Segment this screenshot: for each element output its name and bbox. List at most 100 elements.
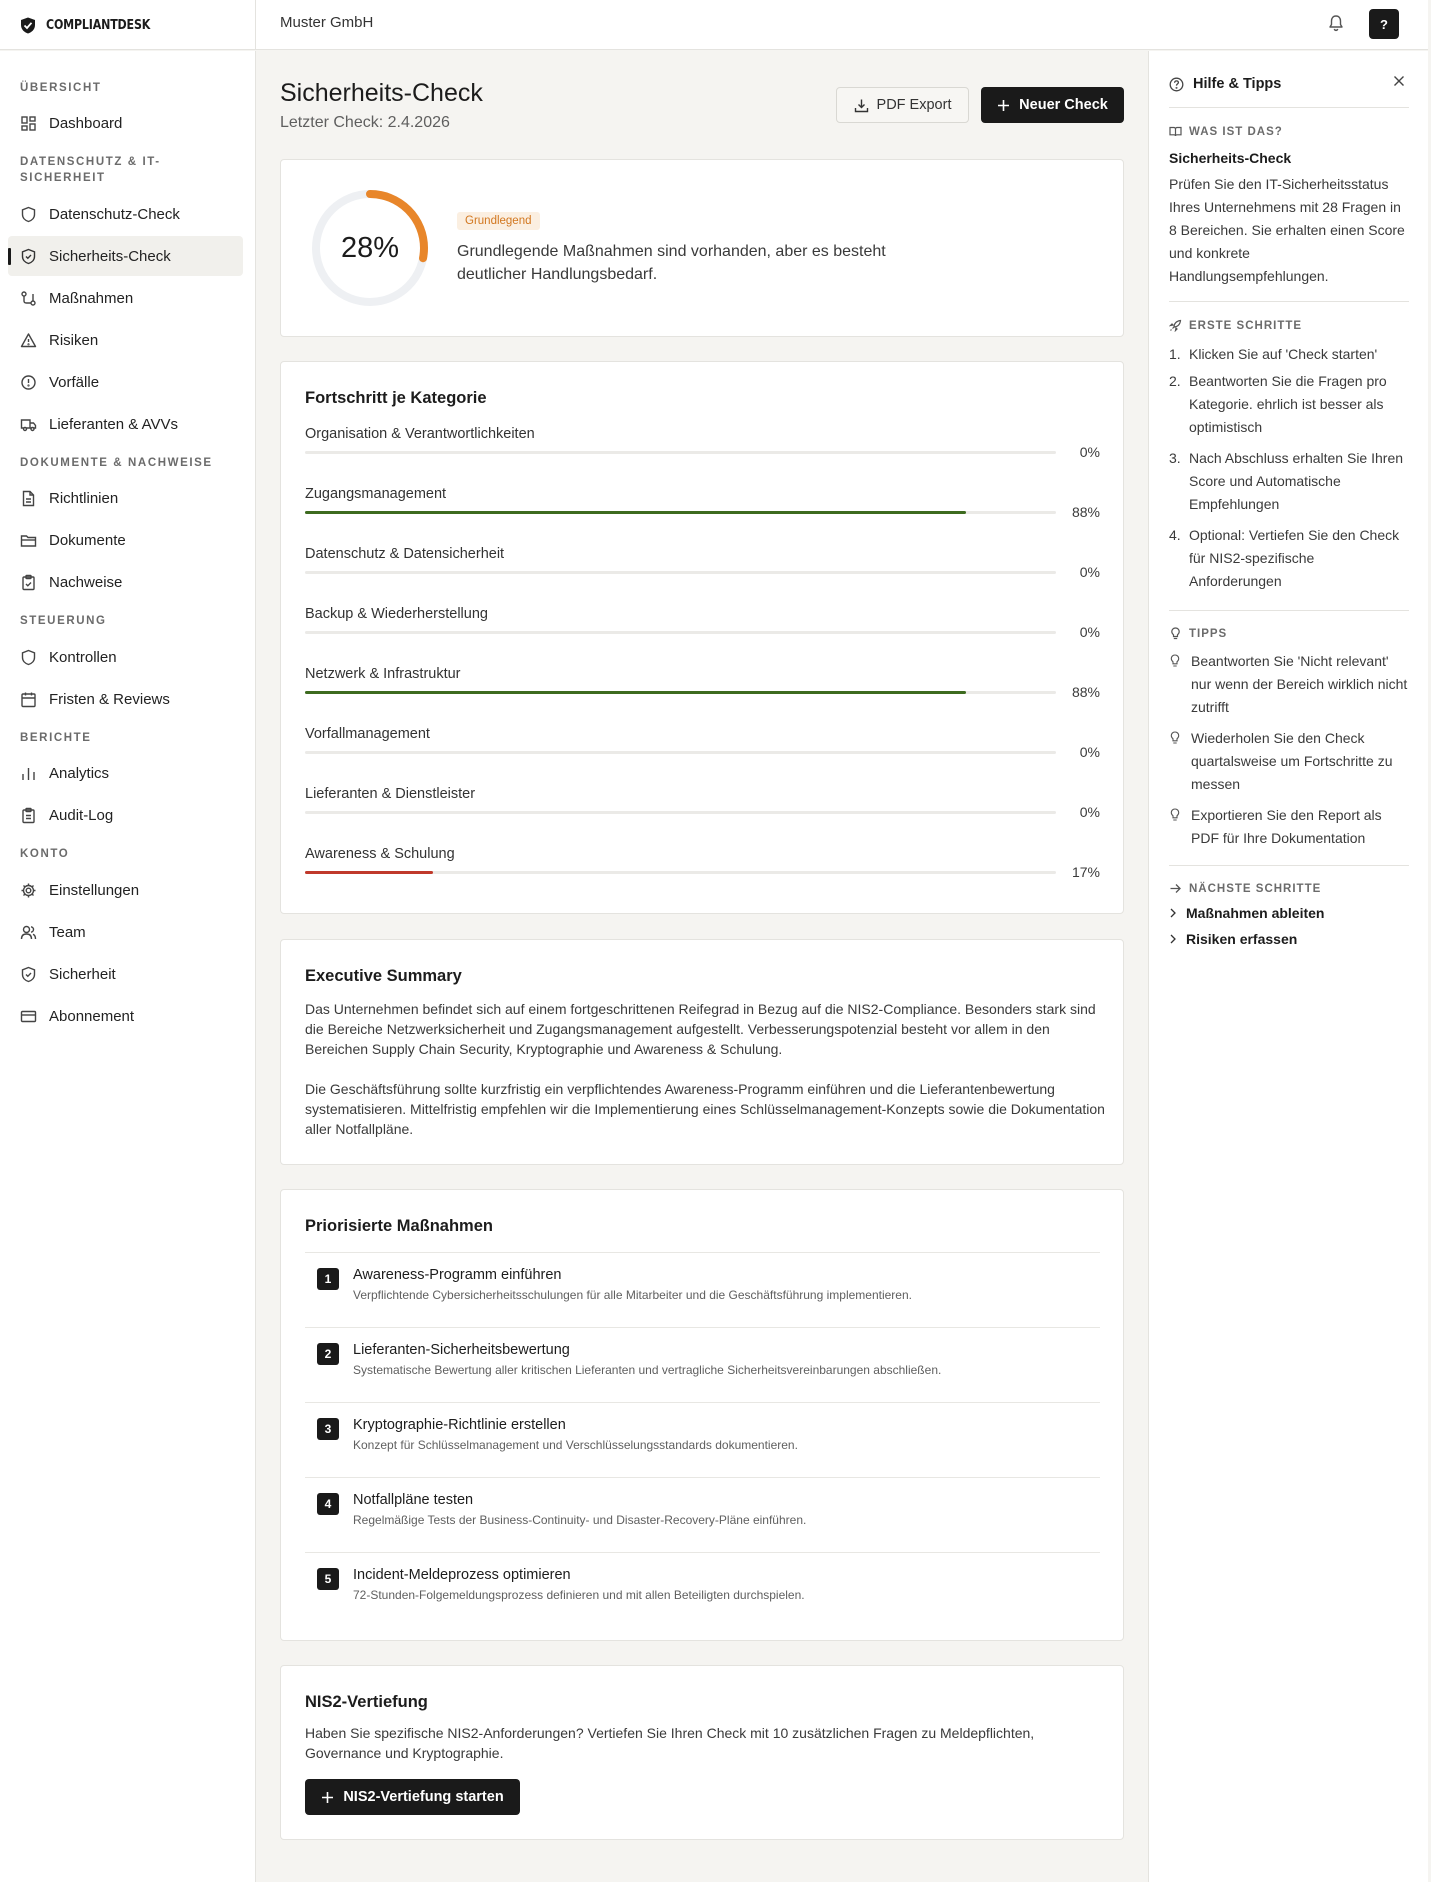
- first-steps-heading: ERSTE SCHRITTE: [1169, 319, 1302, 332]
- shield-check-icon: [21, 966, 36, 982]
- close-icon[interactable]: [1392, 74, 1406, 88]
- new-check-button[interactable]: Neuer Check: [981, 87, 1124, 123]
- divider: [1169, 865, 1409, 866]
- category-percent: 17%: [1071, 864, 1100, 880]
- next-step-label: Risiken erfassen: [1186, 931, 1298, 947]
- what-is-this-name: Sicherheits-Check: [1169, 150, 1292, 166]
- shield-icon: [21, 649, 36, 665]
- sidebar-item-massnahmen[interactable]: Maßnahmen: [8, 278, 243, 318]
- tip-text: Beantworten Sie 'Nicht relevant' nur wen…: [1191, 653, 1408, 715]
- sidebar-item-abonnement[interactable]: Abonnement: [8, 996, 243, 1036]
- sidebar-item-sicherheit[interactable]: Sicherheit: [8, 954, 243, 994]
- plus-icon: [322, 1791, 334, 1803]
- category-progress-row: Lieferanten & Dienstleister 0%: [305, 786, 1100, 831]
- sidebar-item-audit-log[interactable]: Audit-Log: [8, 795, 243, 835]
- page-title: Sicherheits-Check: [280, 79, 483, 107]
- category-progress-bar: [305, 811, 1056, 814]
- sidebar-item-nachweise[interactable]: Nachweise: [8, 562, 243, 602]
- lightbulb-icon: [1170, 808, 1180, 821]
- priority-item[interactable]: 5 Incident-Meldeprozess optimieren 72-Stun…: [305, 1552, 1100, 1627]
- priority-description: Systematische Bewertung aller kritischen…: [353, 1363, 942, 1377]
- divider: [1169, 610, 1409, 611]
- sidebar-item-label: Vorfälle: [49, 373, 100, 391]
- score-card: 28% Grundlegend Grundlegende Maßnahmen s…: [280, 159, 1124, 337]
- sidebar-item-label: Fristen & Reviews: [49, 690, 170, 708]
- priority-description: Konzept für Schlüsselmanagement und Vers…: [353, 1438, 798, 1452]
- step-text: Optional: Vertiefen Sie den Check für NI…: [1189, 527, 1400, 589]
- executive-summary-paragraph: Die Geschäftsführung sollte kurzfristig …: [305, 1081, 1105, 1137]
- sidebar-item-label: Sicherheit: [49, 965, 116, 983]
- pdf-export-label: PDF Export: [876, 97, 952, 113]
- step-number: 1.: [1169, 346, 1181, 362]
- book-open-icon: [1169, 126, 1182, 137]
- sidebar-item-fristen[interactable]: Fristen & Reviews: [8, 679, 243, 719]
- sidebar-item-label: Audit-Log: [49, 806, 114, 824]
- sidebar-item-label: Abonnement: [49, 1007, 135, 1025]
- sidebar-item-datenschutz-check[interactable]: Datenschutz-Check: [8, 194, 243, 234]
- category-percent: 0%: [1079, 624, 1100, 640]
- sidebar: ÜBERSICHT Dashboard DATENSCHUTZ & IT-SIC…: [0, 51, 256, 1882]
- warning-icon: [20, 332, 37, 347]
- score-description: Grundlegende Maßnahmen sind vorhanden, a…: [457, 243, 886, 283]
- next-steps-heading: NÄCHSTE SCHRITTE: [1169, 882, 1321, 895]
- step-number: 3.: [1169, 450, 1181, 466]
- lightbulb-icon: [1171, 627, 1180, 640]
- category-progress-fill: [305, 691, 966, 694]
- sidebar-item-dashboard[interactable]: Dashboard: [8, 103, 243, 143]
- sidebar-item-dokumente[interactable]: Dokumente: [8, 520, 243, 560]
- brand[interactable]: COMPLIANTDESK: [0, 0, 256, 50]
- sidebar-item-lieferanten[interactable]: Lieferanten & AVVs: [8, 404, 243, 444]
- tips-heading: TIPPS: [1169, 627, 1227, 640]
- sidebar-item-team[interactable]: Team: [8, 912, 243, 952]
- category-progress-title: Fortschritt je Kategorie: [305, 389, 487, 407]
- bell-icon[interactable]: [1326, 13, 1346, 33]
- sidebar-item-label: Nachweise: [49, 573, 123, 591]
- dashboard-icon: [21, 115, 36, 131]
- pdf-export-button[interactable]: PDF Export: [836, 87, 969, 123]
- nis2-start-button[interactable]: NIS2-Vertiefung starten: [305, 1779, 520, 1815]
- help-button[interactable]: ?: [1369, 9, 1399, 39]
- shield-logo-icon: [21, 17, 35, 33]
- category-name: Netzwerk & Infrastruktur: [305, 666, 461, 682]
- score-value: 28%: [340, 231, 400, 264]
- organization-name[interactable]: Muster GmbH: [280, 0, 373, 50]
- divider: [1169, 107, 1409, 108]
- truck-icon: [20, 418, 37, 431]
- gear-icon: [21, 883, 36, 897]
- category-percent: 88%: [1071, 504, 1100, 520]
- sidebar-item-label: Einstellungen: [49, 881, 140, 899]
- priority-item[interactable]: 3 Kryptographie-Richtlinie erstellen Konze…: [305, 1402, 1100, 1477]
- what-is-this-heading: WAS IST DAS?: [1169, 125, 1283, 138]
- category-progress-row: Netzwerk & Infrastruktur 88%: [305, 666, 1100, 711]
- maturity-badge: Grundlegend: [457, 212, 540, 230]
- brand-name: COMPLIANTDESK: [46, 17, 151, 33]
- clipboard-check-icon: [22, 574, 35, 590]
- category-progress-bar: [305, 571, 1056, 574]
- priority-item[interactable]: 4 Notfallpläne testen Regelmäßige Tests de…: [305, 1477, 1100, 1552]
- category-name: Organisation & Verantwortlichkeiten: [305, 426, 535, 442]
- sidebar-item-label: Kontrollen: [49, 648, 117, 666]
- sidebar-item-analytics[interactable]: Analytics: [8, 753, 243, 793]
- category-progress-row: Organisation & Verantwortlichkeiten 0%: [305, 426, 1100, 471]
- priority-title: Lieferanten-Sicherheitsbewertung: [353, 1342, 570, 1358]
- sidebar-item-sicherheits-check[interactable]: Sicherheits-Check: [8, 236, 243, 276]
- sidebar-item-label: Dashboard: [49, 114, 123, 132]
- priority-item[interactable]: 1 Awareness-Programm einführen Verpflichte…: [305, 1252, 1100, 1327]
- sidebar-item-label: Analytics: [49, 764, 110, 782]
- sidebar-item-kontrollen[interactable]: Kontrollen: [8, 637, 243, 677]
- category-progress-fill: [305, 511, 966, 514]
- sidebar-item-vorfaelle[interactable]: Vorfälle: [8, 362, 243, 402]
- priority-title: Notfallpläne testen: [353, 1492, 474, 1508]
- sidebar-item-einstellungen[interactable]: Einstellungen: [8, 870, 243, 910]
- calendar-icon: [21, 692, 36, 707]
- step-number: 4.: [1169, 527, 1181, 543]
- next-step-link[interactable]: Risiken erfassen: [1169, 931, 1297, 947]
- sidebar-item-label: Richtlinien: [49, 489, 119, 507]
- step-text: Klicken Sie auf 'Check starten': [1189, 346, 1378, 362]
- sidebar-item-risiken[interactable]: Risiken: [8, 320, 243, 360]
- next-step-link[interactable]: Maßnahmen ableiten: [1169, 905, 1324, 921]
- sidebar-item-richtlinien[interactable]: Richtlinien: [8, 478, 243, 518]
- category-name: Datenschutz & Datensicherheit: [305, 546, 505, 562]
- priority-item[interactable]: 2 Lieferanten-Sicherheitsbewertung Systema…: [305, 1327, 1100, 1402]
- file-text-icon: [22, 490, 35, 506]
